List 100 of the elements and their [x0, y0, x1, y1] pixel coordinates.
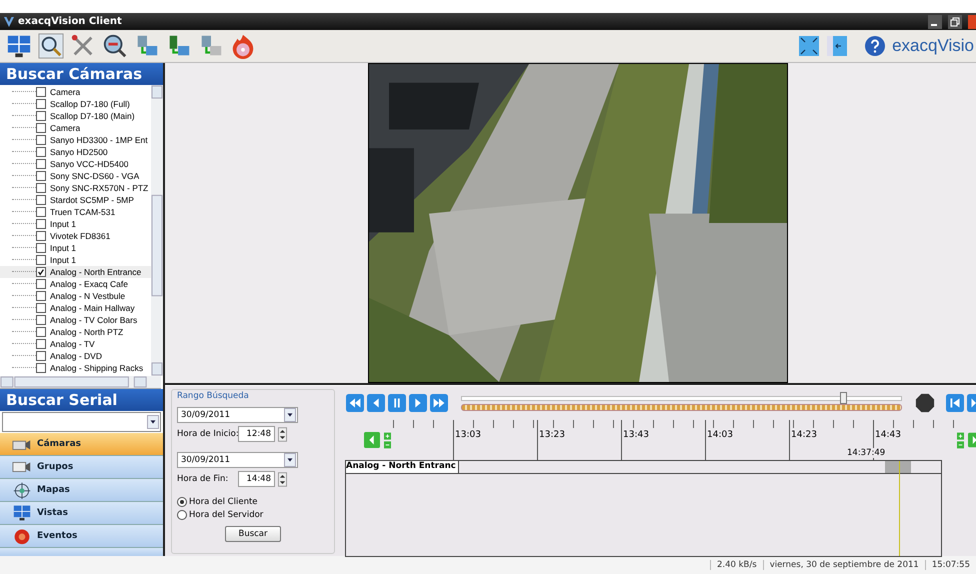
checkbox[interactable]	[36, 315, 46, 325]
tree-item[interactable]: Scallop D7-180 (Full)	[50, 99, 130, 109]
zoom-buttons-icon[interactable]	[384, 432, 391, 448]
tree-item[interactable]: Analog - TV Color Bars	[50, 315, 138, 325]
panel-toggle-icon[interactable]	[826, 35, 848, 57]
v-logo-icon	[3, 16, 15, 28]
tree-item[interactable]: Input 1	[50, 219, 76, 229]
tree-item[interactable]: Camera	[50, 123, 80, 133]
tree-item[interactable]: Analog - North PTZ	[50, 327, 124, 337]
time-field[interactable]: 12:48	[238, 426, 275, 442]
panel-header: Buscar Cámaras	[0, 63, 163, 85]
tree-item[interactable]: Stardot SC5MP - 5MP	[50, 195, 134, 205]
checkbox[interactable]	[36, 147, 46, 157]
tree-item[interactable]: Sanyo HD3300 - 1MP Ent	[50, 135, 148, 145]
fullscreen-icon[interactable]	[798, 35, 820, 57]
tree-item[interactable]: Truen TCAM-531	[50, 207, 116, 217]
checkbox[interactable]	[36, 183, 46, 193]
brand-logo: exacqVisio	[892, 36, 974, 56]
close-icon[interactable]	[968, 14, 976, 28]
tree-item[interactable]: Camera	[50, 87, 80, 97]
scrollbar[interactable]	[0, 376, 161, 389]
monitor-icon[interactable]	[6, 33, 32, 59]
window-title: exacqVision Client	[18, 16, 122, 27]
nav-tab[interactable]: Vistas	[0, 502, 163, 525]
checkbox[interactable]	[36, 171, 46, 181]
fast-forward-icon[interactable]	[430, 394, 448, 412]
radio-label: Hora del Cliente	[189, 497, 258, 507]
checkbox[interactable]	[36, 363, 46, 373]
checkbox[interactable]	[36, 219, 46, 229]
checkbox[interactable]	[36, 231, 46, 241]
tree-item[interactable]: Sony SNC-RX570N - PTZ	[50, 183, 148, 193]
tree-item[interactable]: Vivotek FD8361	[50, 231, 110, 241]
spinner-icon[interactable]	[278, 472, 287, 486]
status-text: 2.40 kB/s	[710, 560, 763, 570]
nav-tab[interactable]: Eventos	[0, 525, 163, 548]
tree-item[interactable]: Input 1	[50, 243, 76, 253]
zoom-buttons-icon[interactable]	[957, 432, 964, 448]
tree-item[interactable]: Sanyo HD2500	[50, 147, 108, 157]
scroll-left-icon[interactable]	[364, 431, 380, 449]
checkbox[interactable]	[36, 207, 46, 217]
date-dropdown[interactable]: 30/09/2011	[177, 407, 298, 423]
checkbox[interactable]	[36, 135, 46, 145]
tree-item[interactable]: Analog - TV	[50, 339, 95, 349]
time-field[interactable]: 14:48	[238, 471, 275, 487]
nav-tab[interactable]: Mapas	[0, 479, 163, 502]
tree-item[interactable]: Scallop D7-180 (Main)	[50, 111, 135, 121]
zoom-icon[interactable]	[102, 33, 128, 59]
checkbox[interactable]	[36, 123, 46, 133]
caret-icon[interactable]	[284, 453, 296, 467]
tree-item[interactable]: Analog - N Vestbule	[50, 291, 126, 301]
restore-icon[interactable]	[948, 14, 962, 28]
caret-icon[interactable]	[147, 415, 159, 429]
checkbox[interactable]	[36, 267, 46, 277]
group-title: Rango Búsqueda	[177, 391, 249, 401]
tree-item[interactable]: Sony SNC-DS60 - VGA	[50, 171, 140, 181]
tree-item[interactable]: Input 1	[50, 255, 76, 265]
skip-end-icon[interactable]	[967, 394, 976, 412]
monitor-icon	[12, 504, 32, 522]
checkbox[interactable]	[36, 243, 46, 253]
scroll-right-icon[interactable]	[968, 431, 976, 449]
checkbox[interactable]	[36, 339, 46, 349]
radio-button[interactable]	[177, 497, 187, 507]
tree-item[interactable]: Analog - Shipping Racks	[50, 363, 144, 373]
checkbox[interactable]	[36, 327, 46, 337]
field-label: Hora de Fin:	[177, 474, 230, 484]
search-icon[interactable]	[38, 33, 64, 59]
tree-item[interactable]: Sanyo VCC-HD5400	[50, 159, 128, 169]
checkbox[interactable]	[36, 111, 46, 121]
spinner-icon[interactable]	[278, 426, 287, 442]
scrollbar[interactable]	[151, 85, 163, 376]
minimize-icon[interactable]	[928, 14, 942, 28]
date-dropdown[interactable]: 30/09/2011	[177, 452, 298, 468]
radio-button[interactable]	[177, 510, 187, 520]
pause-icon[interactable]	[388, 394, 406, 412]
checkbox[interactable]	[36, 279, 46, 289]
rewind-icon[interactable]	[346, 394, 364, 412]
radio-label: Hora del Servidor	[189, 510, 264, 520]
tree-item[interactable]: Analog - DVD	[50, 351, 102, 361]
tree-item[interactable]: Analog - Exacq Cafe	[50, 279, 128, 289]
slider-thumb[interactable]	[840, 392, 847, 404]
time-tick-label: 13:43	[623, 430, 649, 440]
disc-burn-icon[interactable]	[230, 33, 256, 59]
nav-tab[interactable]: Cámaras	[0, 433, 163, 456]
checkbox[interactable]	[36, 99, 46, 109]
stop-icon[interactable]	[915, 393, 935, 413]
checkbox[interactable]	[36, 303, 46, 313]
play-icon[interactable]	[409, 394, 427, 412]
nav-tab[interactable]: Grupos	[0, 456, 163, 479]
help-icon[interactable]	[864, 35, 886, 57]
checkbox[interactable]	[36, 87, 46, 97]
tree-item[interactable]: Analog - Main Hallway	[50, 303, 135, 313]
checkbox[interactable]	[36, 159, 46, 169]
checkbox[interactable]	[36, 351, 46, 361]
skip-start-icon[interactable]	[946, 394, 964, 412]
step-back-icon[interactable]	[367, 394, 385, 412]
search-button[interactable]: Buscar	[225, 526, 281, 542]
checkbox[interactable]	[36, 291, 46, 301]
checkbox[interactable]	[36, 195, 46, 205]
checkbox[interactable]	[36, 255, 46, 265]
caret-icon[interactable]	[284, 408, 296, 422]
